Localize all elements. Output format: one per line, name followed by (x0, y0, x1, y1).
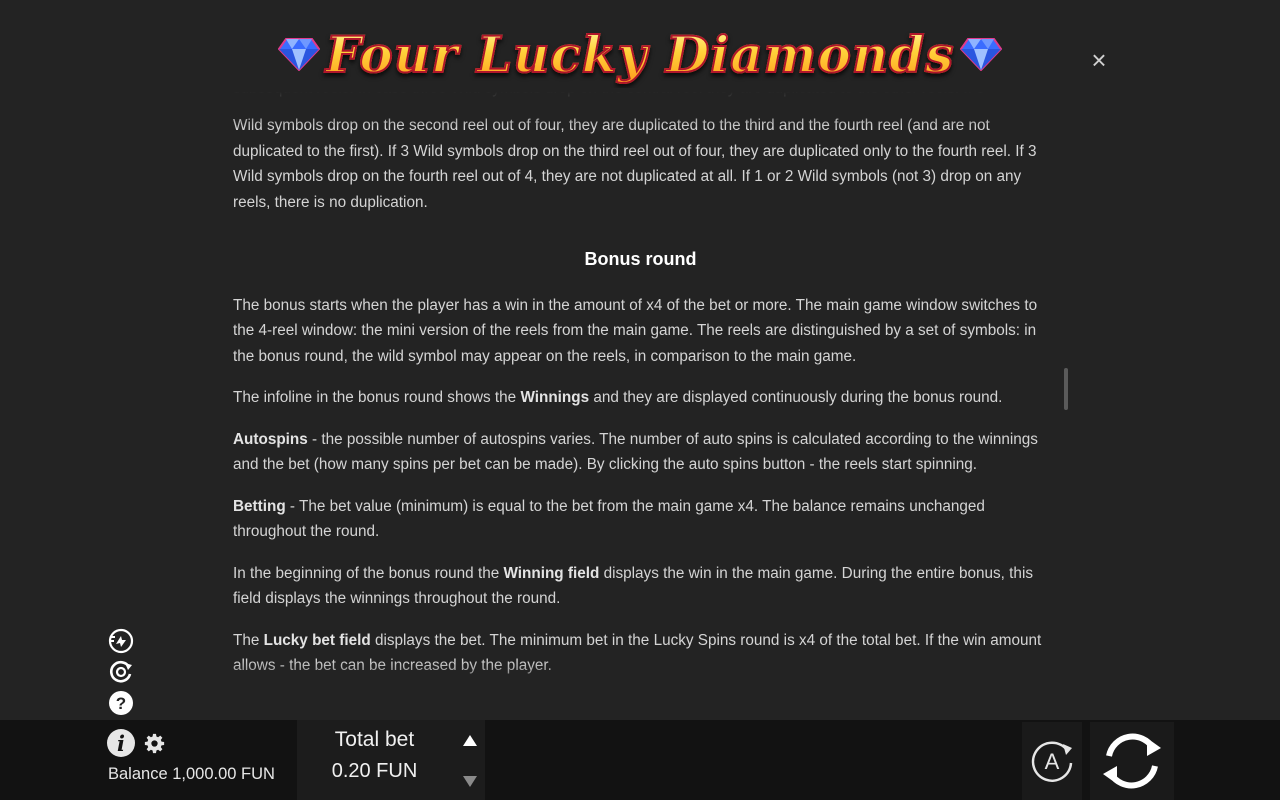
auto-label: A (1045, 749, 1060, 774)
paragraph-bonus-start: The bonus starts when the player has a w… (233, 296, 1038, 365)
diamond-icon (960, 38, 1003, 71)
autospins-bold: Autospins (233, 430, 308, 448)
paragraph-autospins: Autospins - the possible number of autos… (233, 427, 1048, 478)
section-title: Bonus round (584, 249, 697, 269)
infoline-text-end: and they are displayed continuously duri… (589, 389, 1003, 406)
close-button[interactable]: × (1085, 45, 1113, 75)
help-icon[interactable]: ? (108, 690, 134, 716)
faded-text: subsequent reels. In case three Wild sym… (233, 88, 985, 97)
spin-button[interactable] (1090, 722, 1174, 800)
paragraph-faded: subsequent reels. In case three Wild sym… (233, 88, 1048, 100)
bet-up-icon[interactable] (460, 732, 480, 750)
spin-icon (1103, 733, 1161, 789)
total-bet-value: 0.20 FUN (331, 760, 418, 782)
scrollbar-thumb[interactable] (1064, 368, 1068, 410)
paragraph-wild-duplication: Wild symbols drop on the second reel out… (233, 117, 1037, 211)
lucky-text: The (233, 631, 264, 649)
bet-down-icon[interactable] (460, 772, 480, 790)
rules-content[interactable]: subsequent reels. In case three Wild sym… (233, 88, 1048, 700)
winning-bold: Winning field (503, 564, 600, 582)
auto-spin-button[interactable]: A (1022, 722, 1082, 800)
infoline-bold: Winnings (520, 389, 590, 406)
gear-icon[interactable] (144, 733, 165, 754)
turbo-icon[interactable] (108, 628, 134, 654)
info-icon[interactable]: i (106, 728, 136, 758)
auto-icon: A (1031, 741, 1073, 782)
svg-text:i: i (117, 731, 125, 756)
balance-display: Balance 1,000.00 FUN (108, 765, 275, 783)
total-bet-label: Total bet (334, 728, 415, 751)
paragraph-lucky-bet: The Lucky bet field displays the bet. Th… (233, 628, 1048, 679)
infoline-text: The infoline in the bonus round shows th… (233, 389, 521, 406)
paragraph-infoline: The infoline in the bonus round shows th… (233, 385, 1048, 411)
bottom-bar (0, 720, 1280, 800)
lucky-bold: Lucky bet field (263, 631, 371, 649)
autospins-text: - the possible number of autospins varie… (233, 430, 1038, 474)
winning-text: In the beginning of the bonus round the (233, 564, 504, 582)
paragraph-betting: Betting - The bet value (minimum) is equ… (233, 494, 1048, 545)
game-title: Four Lucky Diamonds (325, 24, 955, 85)
betting-bold: Betting (233, 497, 286, 515)
paragraph-winning-field: In the beginning of the bonus round the … (233, 561, 1048, 612)
autoplay-icon[interactable] (108, 659, 134, 685)
diamond-icon (277, 38, 320, 71)
betting-text: - The bet value (minimum) is equal to th… (233, 497, 985, 541)
svg-text:?: ? (116, 694, 126, 713)
